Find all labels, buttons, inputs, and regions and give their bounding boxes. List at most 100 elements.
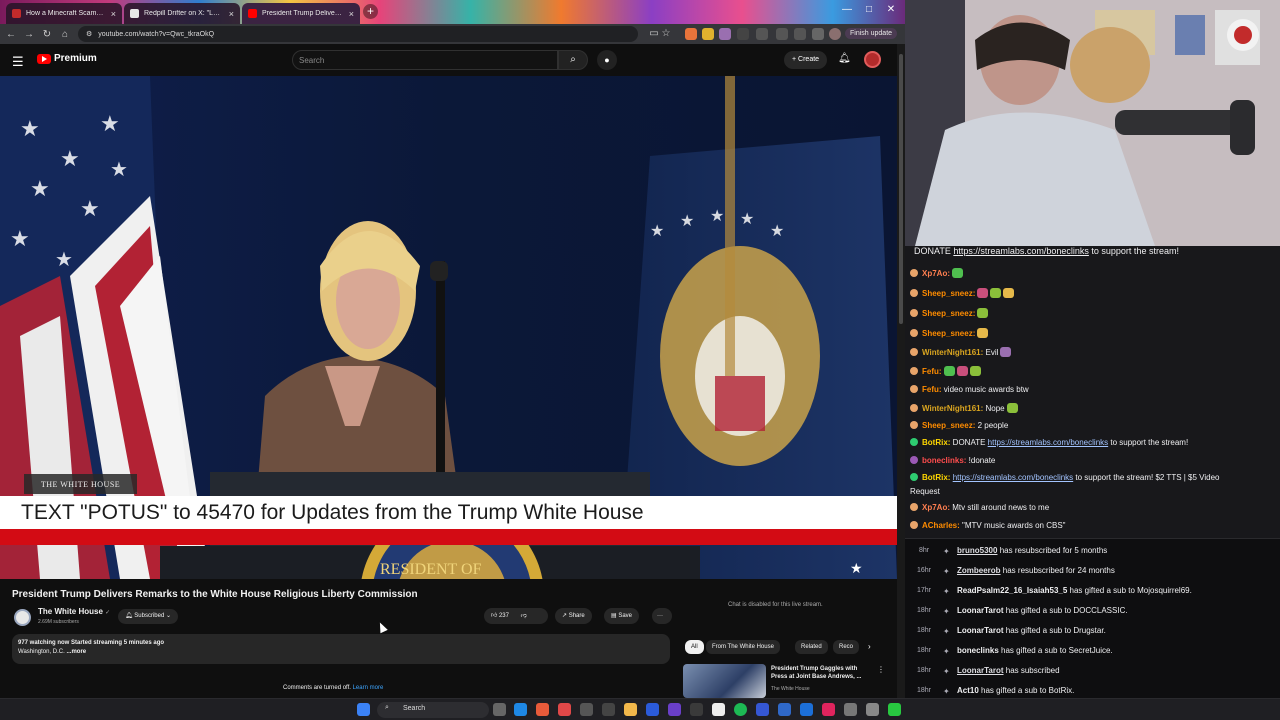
- bookmark-star-icon[interactable]: ☆: [657, 28, 675, 39]
- app-icon[interactable]: [690, 703, 703, 716]
- activity-username[interactable]: LoonarTarot: [957, 666, 1004, 675]
- tab-minecraft-scammer[interactable]: How a Minecraft Scammer Stol ×: [6, 3, 122, 24]
- activity-username[interactable]: LoonarTarot: [957, 626, 1004, 635]
- back-icon[interactable]: ←: [2, 29, 20, 40]
- close-window-button[interactable]: ✕: [882, 4, 900, 15]
- app-icon[interactable]: [712, 703, 725, 716]
- donate-link[interactable]: https://streamlabs.com/boneclinks: [953, 246, 1089, 256]
- search-input[interactable]: Search: [292, 50, 558, 70]
- chat-username[interactable]: Fefu:: [922, 385, 942, 394]
- spotify-icon[interactable]: [734, 703, 747, 716]
- close-tab-icon[interactable]: ×: [111, 9, 116, 19]
- youtube-logo[interactable]: Premium: [37, 53, 97, 64]
- notifications-bell-icon[interactable]: 🔔︎: [838, 53, 851, 64]
- new-tab-button[interactable]: +: [363, 4, 378, 19]
- extension-icon[interactable]: [719, 28, 731, 40]
- app-icon[interactable]: [844, 703, 857, 716]
- sidebar-icon[interactable]: [794, 28, 806, 40]
- show-more-link[interactable]: ...more: [66, 649, 86, 655]
- dislike-button[interactable]: 👎︎: [521, 613, 527, 619]
- tab-redpill-drifter[interactable]: Redpill Drifter on X: "Lady Gag ×: [124, 3, 240, 24]
- extension-icon[interactable]: [685, 28, 697, 40]
- profile-avatar[interactable]: [829, 28, 841, 40]
- chevron-right-icon[interactable]: ›: [868, 642, 871, 651]
- chat-username[interactable]: Sheep_sneez:: [922, 289, 975, 298]
- chat-username[interactable]: ACharles:: [922, 521, 960, 530]
- finish-update-button[interactable]: Finish update: [845, 28, 898, 39]
- chat-username[interactable]: Xp7Ao:: [922, 503, 950, 512]
- maximize-button[interactable]: □: [860, 4, 878, 15]
- app-icon[interactable]: [668, 703, 681, 716]
- chip-from-the-white-house[interactable]: From The White House: [706, 640, 780, 654]
- chat-username[interactable]: Sheep_sneez:: [922, 421, 975, 430]
- tab-president-trump[interactable]: President Trump Delivers R ×: [242, 3, 360, 24]
- save-button[interactable]: ▤ Save: [604, 608, 640, 624]
- chip-all[interactable]: All: [685, 640, 704, 654]
- chat-username[interactable]: Sheep_sneez:: [922, 329, 975, 338]
- file-explorer-icon[interactable]: [624, 703, 637, 716]
- search-button[interactable]: ⌕: [558, 50, 588, 70]
- minimize-button[interactable]: —: [838, 4, 856, 15]
- activity-username[interactable]: Act10: [957, 686, 979, 695]
- task-view-icon[interactable]: [493, 703, 506, 716]
- forward-icon[interactable]: →: [20, 29, 38, 40]
- app-icon[interactable]: [822, 703, 835, 716]
- windows-start-icon[interactable]: [357, 703, 370, 716]
- create-button[interactable]: + Create: [784, 51, 828, 69]
- page-scrollbar[interactable]: [897, 44, 905, 698]
- share-button[interactable]: ↗ Share: [555, 608, 592, 624]
- edge-browser-icon[interactable]: [514, 703, 527, 716]
- app-icon[interactable]: [800, 703, 813, 716]
- activity-username[interactable]: LoonarTarot: [957, 606, 1004, 615]
- channel-name[interactable]: The White House ✓: [38, 607, 110, 616]
- related-video-title[interactable]: President Trump Gaggles with Press at Jo…: [771, 665, 871, 681]
- app-icon[interactable]: [888, 703, 901, 716]
- scrollbar-thumb[interactable]: [899, 54, 903, 324]
- chat-username[interactable]: Fefu:: [922, 367, 942, 376]
- chat-username[interactable]: BotRix:: [922, 438, 950, 447]
- learn-more-link[interactable]: Learn more: [353, 685, 384, 691]
- chat-username[interactable]: Sheep_sneez:: [922, 309, 975, 318]
- extension-icon[interactable]: [737, 28, 749, 40]
- close-tab-icon[interactable]: ×: [229, 9, 234, 19]
- more-actions-button[interactable]: ···: [652, 608, 672, 624]
- chip-related[interactable]: Related: [795, 640, 828, 654]
- app-icon[interactable]: [778, 703, 791, 716]
- app-icon[interactable]: [558, 703, 571, 716]
- activity-username[interactable]: boneclinks: [957, 646, 999, 655]
- chat-username[interactable]: Xp7Ao:: [922, 269, 950, 278]
- chrome-browser-icon[interactable]: [536, 703, 549, 716]
- downloads-icon[interactable]: [776, 28, 788, 40]
- app-icon[interactable]: [602, 703, 615, 716]
- chip-recommended[interactable]: Reco: [833, 640, 859, 654]
- home-icon[interactable]: ⌂: [56, 29, 74, 40]
- site-info-icon[interactable]: ⚙: [86, 30, 92, 38]
- app-icon[interactable]: [866, 703, 879, 716]
- app-icon[interactable]: [756, 703, 769, 716]
- url-bar[interactable]: ⚙ youtube.com/watch?v=Qwc_tkraOkQ: [78, 26, 638, 42]
- activity-username[interactable]: ReadPsalm22_16_Isaiah53_5: [957, 586, 1067, 595]
- activity-username[interactable]: Zombeerob: [957, 566, 1001, 575]
- steam-icon[interactable]: [646, 703, 659, 716]
- description-box[interactable]: 977 watching now Started streaming 5 min…: [12, 634, 670, 664]
- reload-icon[interactable]: ↻: [38, 29, 56, 40]
- chat-link[interactable]: https://streamlabs.com/boneclinks: [988, 438, 1109, 447]
- settings-icon[interactable]: [812, 28, 824, 40]
- chat-link[interactable]: https://streamlabs.com/boneclinks: [953, 473, 1074, 482]
- extension-icon[interactable]: [702, 28, 714, 40]
- voice-search-icon[interactable]: ●: [597, 50, 617, 70]
- channel-avatar[interactable]: [14, 609, 31, 626]
- menu-icon[interactable]: ☰: [12, 54, 24, 70]
- extensions-puzzle-icon[interactable]: [756, 28, 768, 40]
- chat-username[interactable]: boneclinks:: [922, 456, 966, 465]
- chat-username[interactable]: WinterNight161:: [922, 348, 983, 357]
- kebab-menu-icon[interactable]: ⋮: [877, 665, 885, 674]
- like-button[interactable]: 👍︎ 237: [491, 613, 509, 619]
- video-player[interactable]: ★ ★ ★ ★ ★ ★ ★ ★ ★ ★ ★ ★ ★ RESIDENT OF ★ …: [0, 76, 897, 579]
- account-avatar[interactable]: [864, 51, 881, 68]
- subscribed-button[interactable]: 🔔︎ Subscribed ⌄: [118, 609, 179, 624]
- activity-username[interactable]: bruno5300: [957, 546, 997, 555]
- app-icon[interactable]: [580, 703, 593, 716]
- taskbar-search-input[interactable]: ⌕ Search: [377, 702, 489, 718]
- chat-username[interactable]: WinterNight161:: [922, 404, 983, 413]
